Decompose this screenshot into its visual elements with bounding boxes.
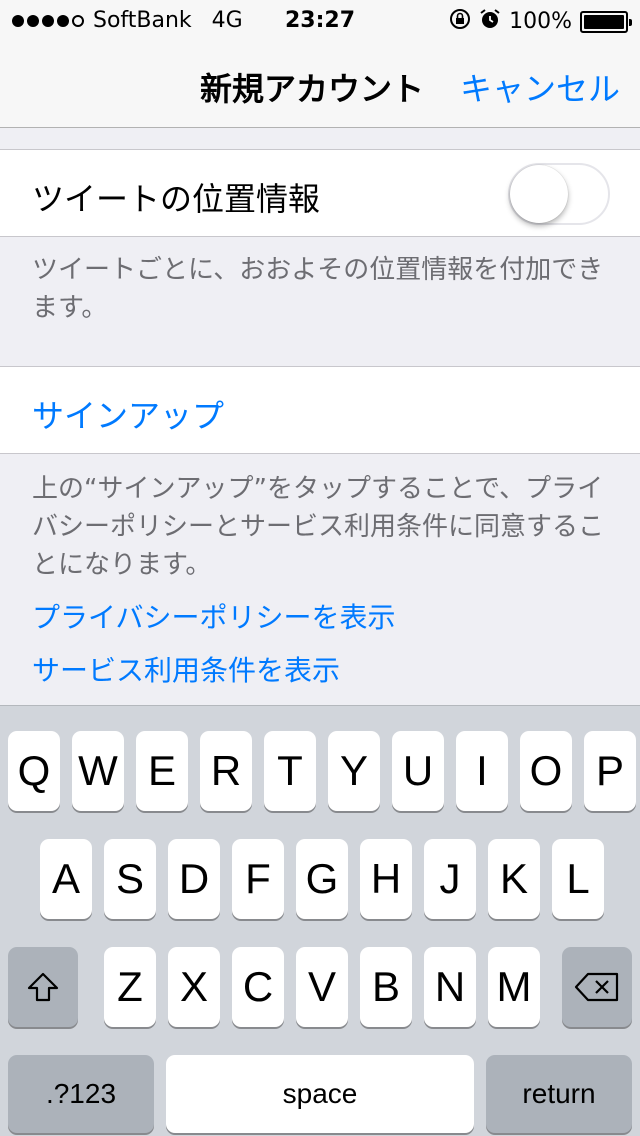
key-x[interactable]: X (168, 947, 220, 1027)
tweet-location-label: ツイートの位置情報 (32, 180, 321, 218)
battery-fill (584, 14, 624, 29)
space-key[interactable]: space (166, 1055, 474, 1133)
key-w[interactable]: W (72, 731, 124, 811)
key-b[interactable]: B (360, 947, 412, 1027)
key-j[interactable]: J (424, 839, 476, 919)
key-m[interactable]: M (488, 947, 540, 1027)
key-l[interactable]: L (552, 839, 604, 919)
cancel-button[interactable]: キャンセル (460, 64, 620, 110)
keyboard: Q W E R T Y U I O P A S D F G H J K L Z … (0, 705, 640, 1136)
key-k[interactable]: K (488, 839, 540, 919)
key-i[interactable]: I (456, 731, 508, 811)
key-t[interactable]: T (264, 731, 316, 811)
key-a[interactable]: A (40, 839, 92, 919)
battery-percent: 100% (509, 9, 572, 34)
privacy-policy-link[interactable]: プライバシーポリシーを表示 (32, 596, 395, 636)
shift-key[interactable] (8, 947, 78, 1027)
tweet-location-cell: ツイートの位置情報 (0, 149, 640, 237)
status-right: 100% (449, 8, 632, 35)
key-p[interactable]: P (584, 731, 636, 811)
key-z[interactable]: Z (104, 947, 156, 1027)
key-c[interactable]: C (232, 947, 284, 1027)
key-u[interactable]: U (392, 731, 444, 811)
key-g[interactable]: G (296, 839, 348, 919)
tweet-location-footer: ツイートごとに、おおよその位置情報を付加できます。 (32, 255, 604, 323)
signup-cell[interactable]: サインアップ (0, 366, 640, 454)
key-y[interactable]: Y (328, 731, 380, 811)
key-o[interactable]: O (520, 731, 572, 811)
signup-button[interactable]: サインアップ (32, 391, 224, 437)
terms-of-service-link[interactable]: サービス利用条件を表示 (32, 649, 340, 689)
shift-icon (27, 972, 59, 1002)
key-n[interactable]: N (424, 947, 476, 1027)
key-r[interactable]: R (200, 731, 252, 811)
key-v[interactable]: V (296, 947, 348, 1027)
key-h[interactable]: H (360, 839, 412, 919)
key-d[interactable]: D (168, 839, 220, 919)
key-e[interactable]: E (136, 731, 188, 811)
backspace-icon (574, 972, 619, 1002)
key-q[interactable]: Q (8, 731, 60, 811)
numbers-key[interactable]: .?123 (8, 1055, 154, 1133)
navigation-bar: 新規アカウント キャンセル (0, 40, 640, 128)
toggle-knob (510, 165, 568, 223)
battery-icon (580, 10, 632, 33)
status-bar: SoftBank 4G 23:27 100% (0, 0, 640, 40)
return-key[interactable]: return (486, 1055, 632, 1133)
key-s[interactable]: S (104, 839, 156, 919)
tweet-location-toggle[interactable] (508, 163, 610, 225)
signup-footer: 上の“サインアップ”をタップすることで、プライバシーポリシーとサービス利用条件に… (32, 474, 605, 580)
key-f[interactable]: F (232, 839, 284, 919)
page-title: 新規アカウント (200, 70, 425, 108)
orientation-lock-icon (449, 8, 471, 35)
delete-key[interactable] (562, 947, 632, 1027)
alarm-icon (479, 8, 501, 35)
